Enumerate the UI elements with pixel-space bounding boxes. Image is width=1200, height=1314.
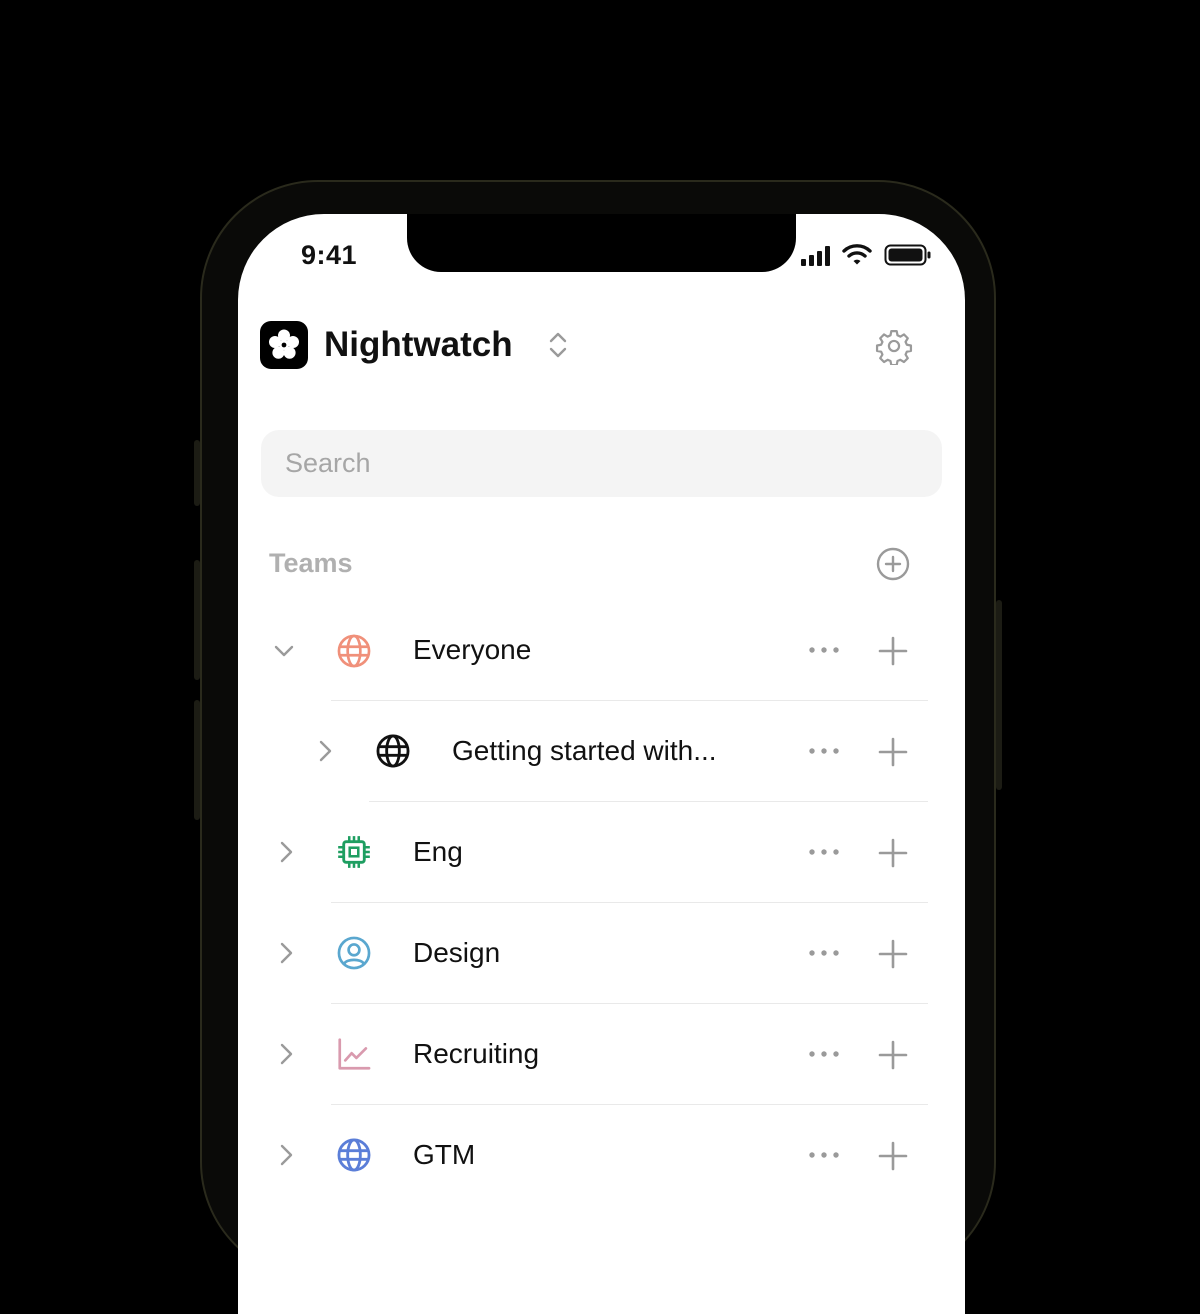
- phone-screen: 9:41 Nightwatch Search Teams Everyone Ge…: [238, 214, 965, 1314]
- user-circle-icon: [337, 936, 371, 970]
- notch: [407, 214, 796, 272]
- add-icon[interactable]: [878, 1040, 908, 1070]
- team-name: Getting started with...: [452, 735, 717, 766]
- add-icon[interactable]: [878, 1141, 908, 1171]
- chevron-right-icon[interactable]: [274, 1042, 298, 1066]
- team-name: GTM: [413, 1139, 476, 1170]
- chip-icon: [338, 836, 370, 868]
- status-time: 9:41: [301, 240, 358, 270]
- team-row-getting-started[interactable]: Getting started with...: [238, 701, 965, 802]
- phone-side-button: [194, 560, 200, 680]
- globe-icon: [337, 634, 371, 668]
- globe-icon: [337, 1138, 371, 1172]
- team-row-eng[interactable]: Eng: [238, 802, 965, 903]
- chevron-down-icon[interactable]: [272, 639, 296, 663]
- team-row-design[interactable]: Design: [238, 903, 965, 1004]
- teams-section-label: Teams: [269, 548, 353, 578]
- more-horizontal-icon[interactable]: [806, 840, 842, 864]
- signal-icon: [801, 246, 830, 266]
- add-icon[interactable]: [878, 939, 908, 969]
- search-input[interactable]: [261, 430, 942, 497]
- team-row-gtm[interactable]: GTM: [238, 1105, 965, 1206]
- add-icon[interactable]: [878, 838, 908, 868]
- workspace-name[interactable]: Nightwatch: [324, 322, 513, 368]
- gear-icon[interactable]: [875, 327, 913, 365]
- more-horizontal-icon[interactable]: [806, 638, 842, 662]
- team-row-recruiting[interactable]: Recruiting: [238, 1004, 965, 1105]
- team-name: Eng: [413, 836, 463, 867]
- more-horizontal-icon[interactable]: [806, 1143, 842, 1167]
- team-name: Design: [413, 937, 501, 968]
- app-logo: [260, 321, 308, 369]
- line-chart-icon: [338, 1038, 371, 1070]
- chevron-right-icon[interactable]: [274, 1143, 298, 1167]
- team-name: Everyone: [413, 634, 532, 665]
- phone-power-button: [996, 600, 1002, 790]
- wifi-icon: [842, 244, 872, 265]
- flower-logo-icon: [269, 329, 299, 359]
- add-icon[interactable]: [878, 636, 908, 666]
- globe-icon: [376, 734, 410, 768]
- chevron-right-icon[interactable]: [313, 739, 337, 763]
- more-horizontal-icon[interactable]: [806, 739, 842, 763]
- team-name: Recruiting: [413, 1038, 540, 1069]
- chevron-up-down-icon[interactable]: [545, 330, 571, 360]
- more-horizontal-icon[interactable]: [806, 941, 842, 965]
- chevron-right-icon[interactable]: [274, 941, 298, 965]
- chevron-right-icon[interactable]: [274, 840, 298, 864]
- add-team-circle-icon[interactable]: [876, 547, 910, 581]
- more-horizontal-icon[interactable]: [806, 1042, 842, 1066]
- phone-side-button: [194, 440, 200, 506]
- team-row-everyone[interactable]: Everyone: [238, 600, 965, 701]
- add-icon[interactable]: [878, 737, 908, 767]
- phone-side-button: [194, 700, 200, 820]
- battery-icon: [884, 244, 931, 266]
